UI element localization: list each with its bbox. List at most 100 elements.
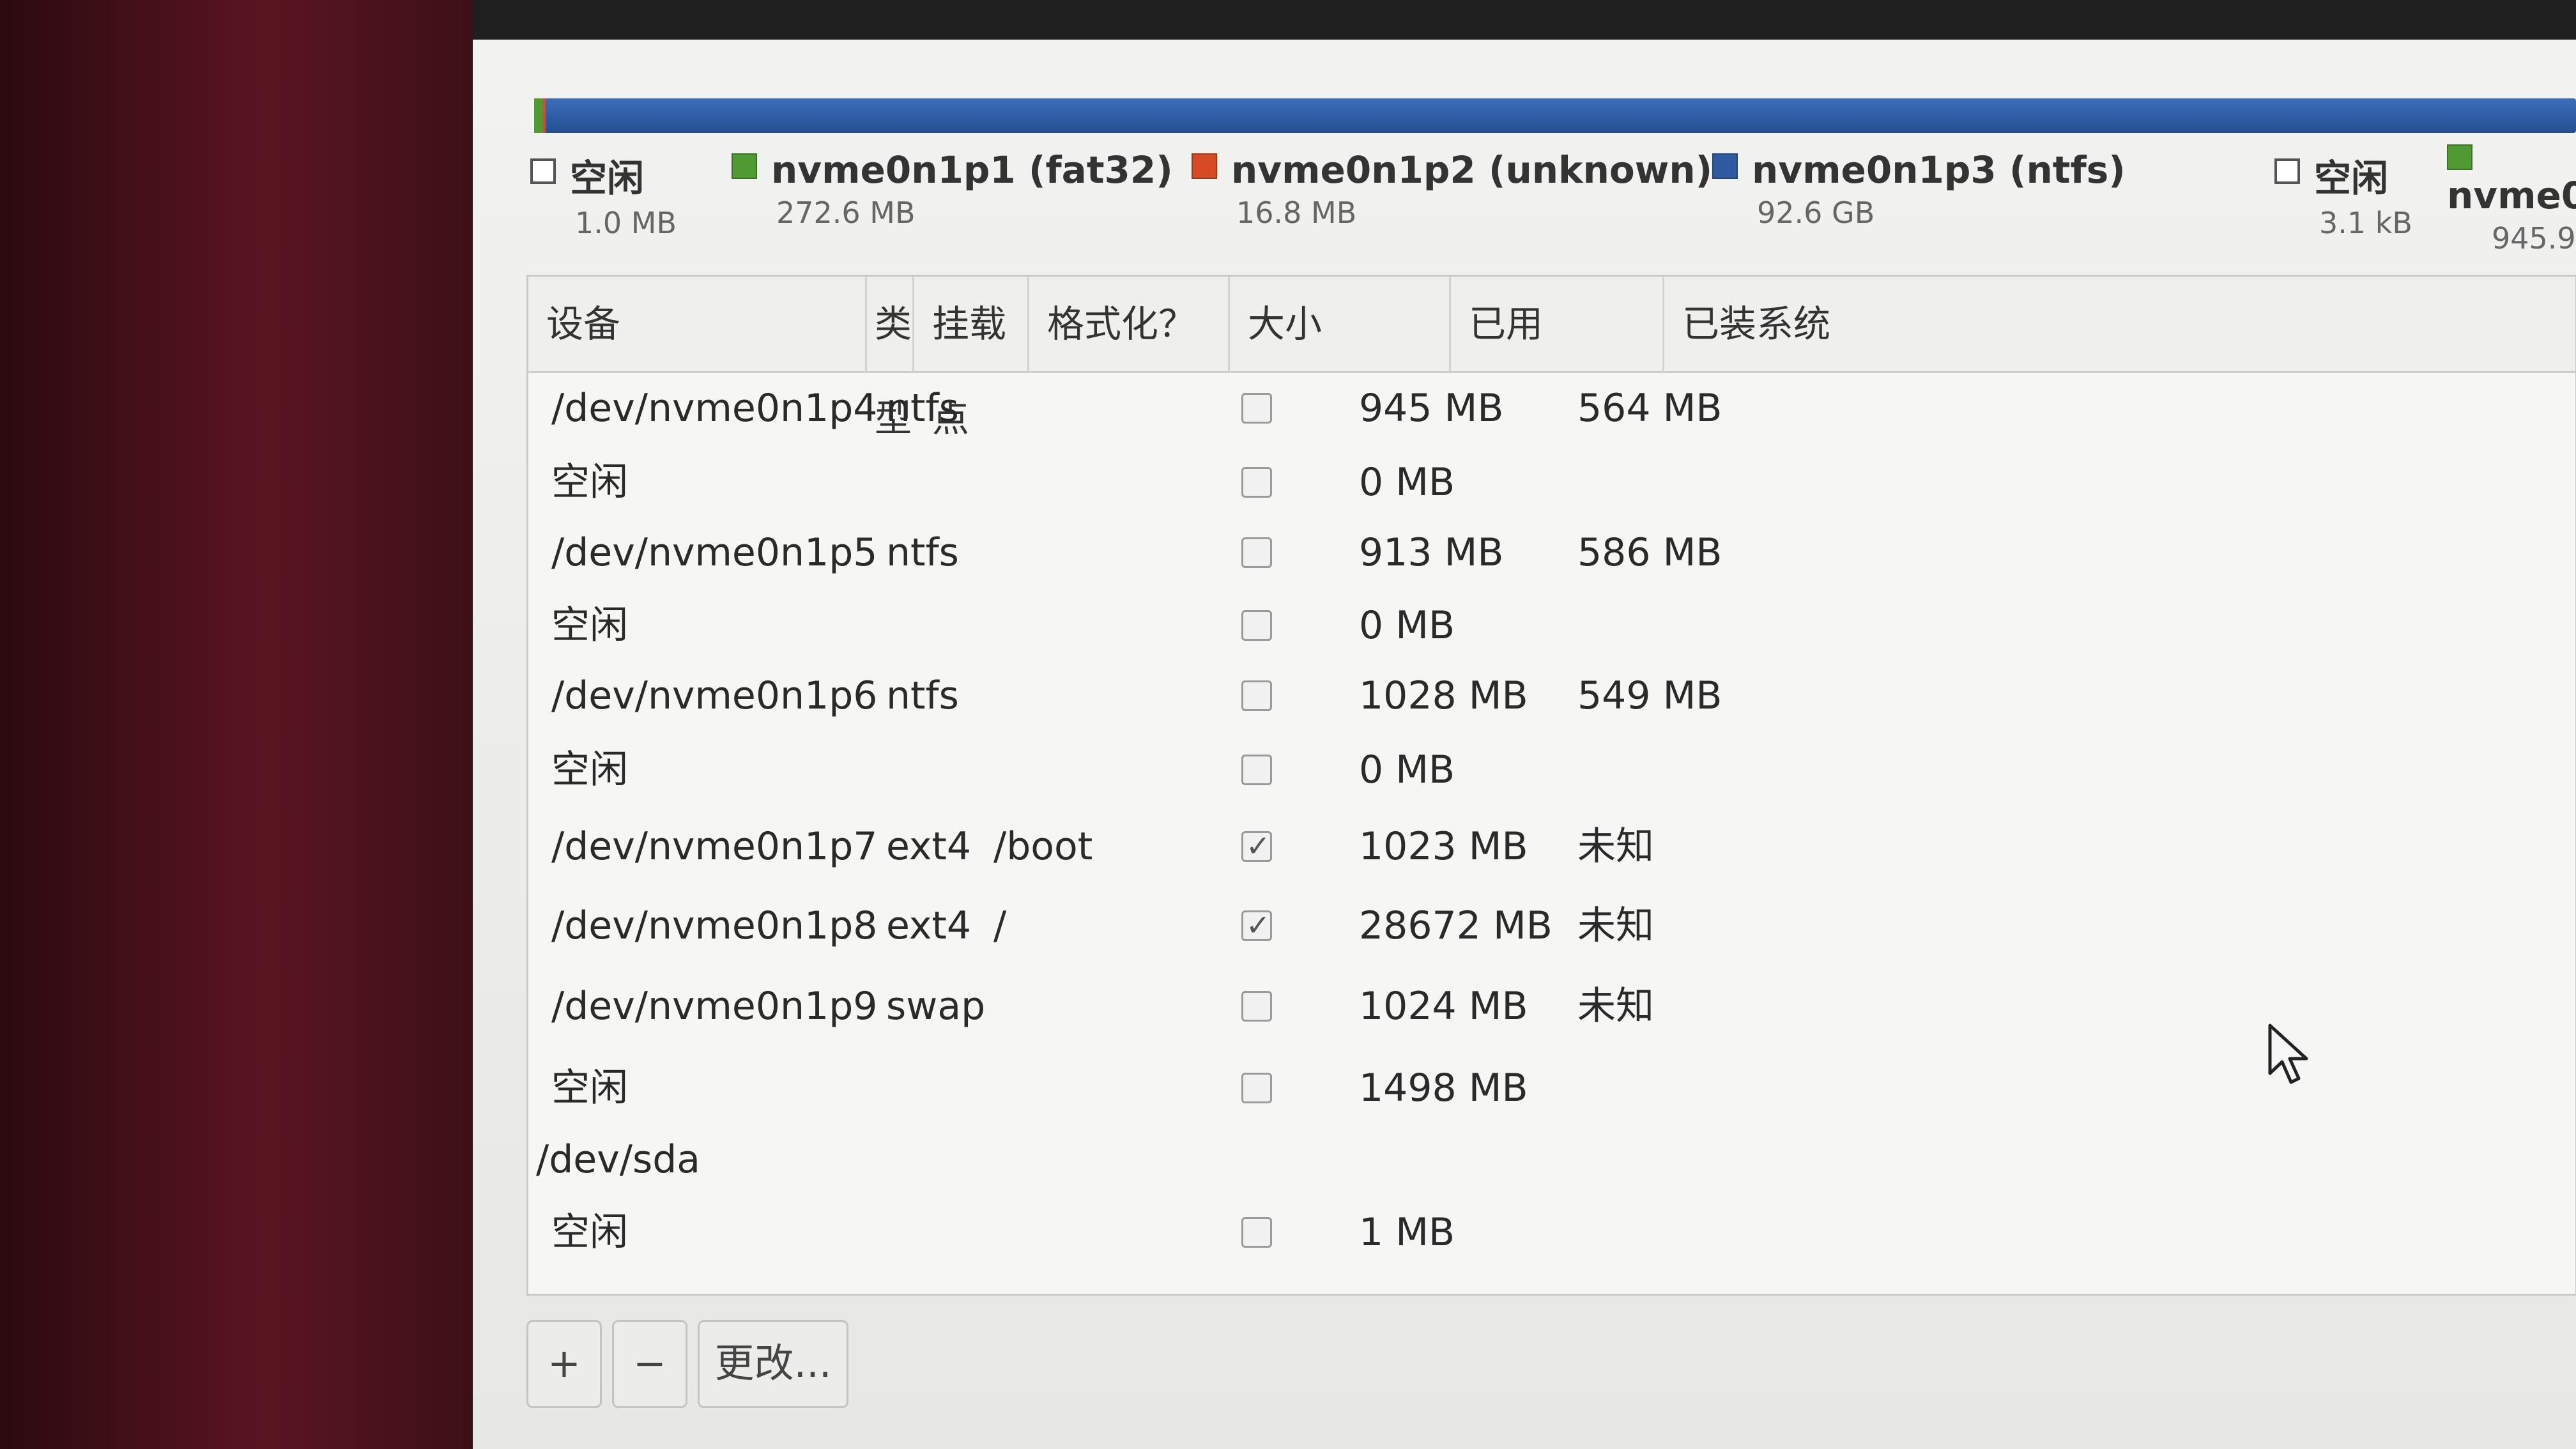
change-partition-button[interactable]: 更改... [698,1320,848,1408]
legend-label: 空闲 [2314,157,2389,200]
format-checkbox[interactable] [1241,991,1272,1022]
cell-device: 空闲 [551,603,628,648]
header-mount[interactable]: 挂载点 [914,277,1029,440]
legend-item: nvme0n1p2 (unknown) 16.8 MB [1192,148,1712,230]
header-format[interactable]: 格式化？ [1029,277,1230,371]
legend-label: nvme0n1p2 (unknown) [1231,148,1713,192]
cell-size: 1024 MB [1359,984,1528,1029]
legend-size: 16.8 MB [1236,195,1357,230]
cell-size: 913 MB [1359,530,1504,575]
header-used[interactable]: 已用 [1451,277,1664,371]
legend-size: 272.6 MB [776,195,916,230]
window-top-bar [473,0,2576,40]
cell-device: /dev/nvme0n1p4 [551,386,878,431]
cell-size: 945 MB [1359,386,1504,431]
cell-size: 28672 MB [1359,903,1552,948]
legend-item: nvme0n1p1 (fat32) 272.6 MB [732,148,1173,230]
cell-device: 空闲 [551,747,628,792]
cell-device: /dev/nvme0n1p5 [551,530,878,575]
format-checkbox[interactable] [1241,610,1272,641]
cell-type: ext4 [886,903,972,948]
add-partition-button[interactable]: + [526,1320,602,1408]
table-row[interactable]: /dev/nvme0n1p8 ext4 / 28672 MB 未知 [528,890,2575,962]
cell-used: 564 MB [1577,386,1722,431]
partition-table[interactable]: 设备 类型 挂载点 格式化？ 大小 已用 已装系统 /dev/nvme0n1p4… [526,275,2576,1296]
cell-device: /dev/nvme0n1p8 [551,903,878,948]
cell-size: 1028 MB [1359,673,1528,718]
format-checkbox[interactable] [1241,755,1272,785]
cell-size: 1023 MB [1359,824,1528,869]
partition-bar [530,98,2576,133]
format-checkbox[interactable] [1241,1073,1272,1103]
legend-item: 空闲 1.0 MB [530,148,677,240]
cell-used: 未知 [1577,824,1654,869]
cell-device: /dev/sda [536,1137,701,1182]
cell-type: ntfs [886,530,959,575]
cell-type: ntfs [886,673,959,718]
header-size[interactable]: 大小 [1230,277,1451,371]
empty-checkbox-icon [530,158,556,184]
color-swatch-icon [1712,153,1738,179]
empty-checkbox-icon [2274,158,2300,184]
table-row[interactable]: /dev/nvme0n1p4 ntfs 945 MB 564 MB [528,372,2575,444]
table-header: 设备 类型 挂载点 格式化？ 大小 已用 已装系统 [528,277,2576,440]
mouse-pointer-icon [2268,1023,2308,1084]
cell-size: 1498 MB [1359,1066,1528,1110]
cell-device: 空闲 [551,1066,628,1110]
format-checkbox[interactable] [1241,680,1272,711]
color-swatch-icon [732,153,757,179]
partition-bar-ntfs-segment [546,98,2576,133]
cell-used: 586 MB [1577,530,1722,575]
cell-type: ext4 [886,824,972,869]
cell-used: 未知 [1577,984,1654,1029]
cell-size: 0 MB [1359,603,1455,648]
color-swatch-icon [1192,153,1217,179]
cell-device: /dev/nvme0n1p9 [551,984,878,1029]
cell-type: ntfs [886,386,959,431]
cell-size: 0 MB [1359,747,1455,792]
cell-mount: /boot [993,824,1093,869]
format-checkbox[interactable] [1241,1217,1272,1248]
table-row[interactable]: 空闲 1 MB [528,1197,2575,1268]
format-checkbox[interactable] [1241,828,1272,864]
format-checkbox[interactable] [1241,467,1272,498]
cell-used: 未知 [1577,903,1654,948]
table-row[interactable]: /dev/nvme0n1p7 ext4/boot 1023 MB 未知 [528,811,2575,882]
partition-window: 空闲 1.0 MB nvme0n1p1 (fat32) 272.6 MB nvme0n1… [473,40,2576,1449]
table-row[interactable]: /dev/nvme0n1p6 ntfs 1028 MB 549 MB [528,660,2575,732]
header-type[interactable]: 类型 [867,277,914,440]
cell-device: 空闲 [551,1210,628,1255]
cell-device: /dev/nvme0n1p7 [551,824,878,869]
format-checkbox[interactable] [1241,393,1272,424]
table-row[interactable]: /dev/nvme0n1p5 ntfs 913 MB 586 MB [528,517,2575,588]
legend-size: 3.1 kB [2319,206,2412,240]
remove-partition-button[interactable]: − [612,1320,687,1408]
header-device[interactable]: 设备 [528,277,867,371]
format-checkbox[interactable] [1241,537,1272,568]
format-checkbox[interactable] [1241,907,1272,943]
legend-item: nvme0n1p3 (ntfs) 92.6 GB [1712,148,2126,230]
legend-label: 空闲 [570,157,645,200]
legend-size: 1.0 MB [575,206,677,240]
cell-mount: / [993,903,1007,948]
legend-item: nvme0n1p 945.9 MB [2447,144,2576,256]
cell-used: 549 MB [1577,673,1722,718]
cell-type: swap [886,984,986,1029]
legend-label: nvme0n1p3 (ntfs) [1752,148,2126,192]
table-row[interactable]: 空闲 0 MB [528,447,2575,518]
partition-bar-fat32-segment [534,98,543,133]
cell-size: 1 MB [1359,1210,1455,1255]
legend-size: 945.9 MB [2492,221,2576,256]
disk-row[interactable]: /dev/sda [528,1124,2575,1195]
legend-item: 空闲 3.1 kB [2274,148,2412,240]
legend-label: nvme0n1p1 (fat32) [771,148,1173,192]
table-row[interactable]: 空闲 0 MB [528,590,2575,661]
legend-size: 92.6 GB [1757,195,1875,230]
cell-device: /dev/nvme0n1p6 [551,673,878,718]
cell-size: 0 MB [1359,460,1455,505]
desktop-background [0,0,486,1449]
header-installed-system[interactable]: 已装系统 [1664,277,2576,371]
legend-label: nvme0n1p [2447,174,2576,217]
table-row[interactable]: 空闲 0 MB [528,734,2575,806]
cell-device: 空闲 [551,460,628,505]
